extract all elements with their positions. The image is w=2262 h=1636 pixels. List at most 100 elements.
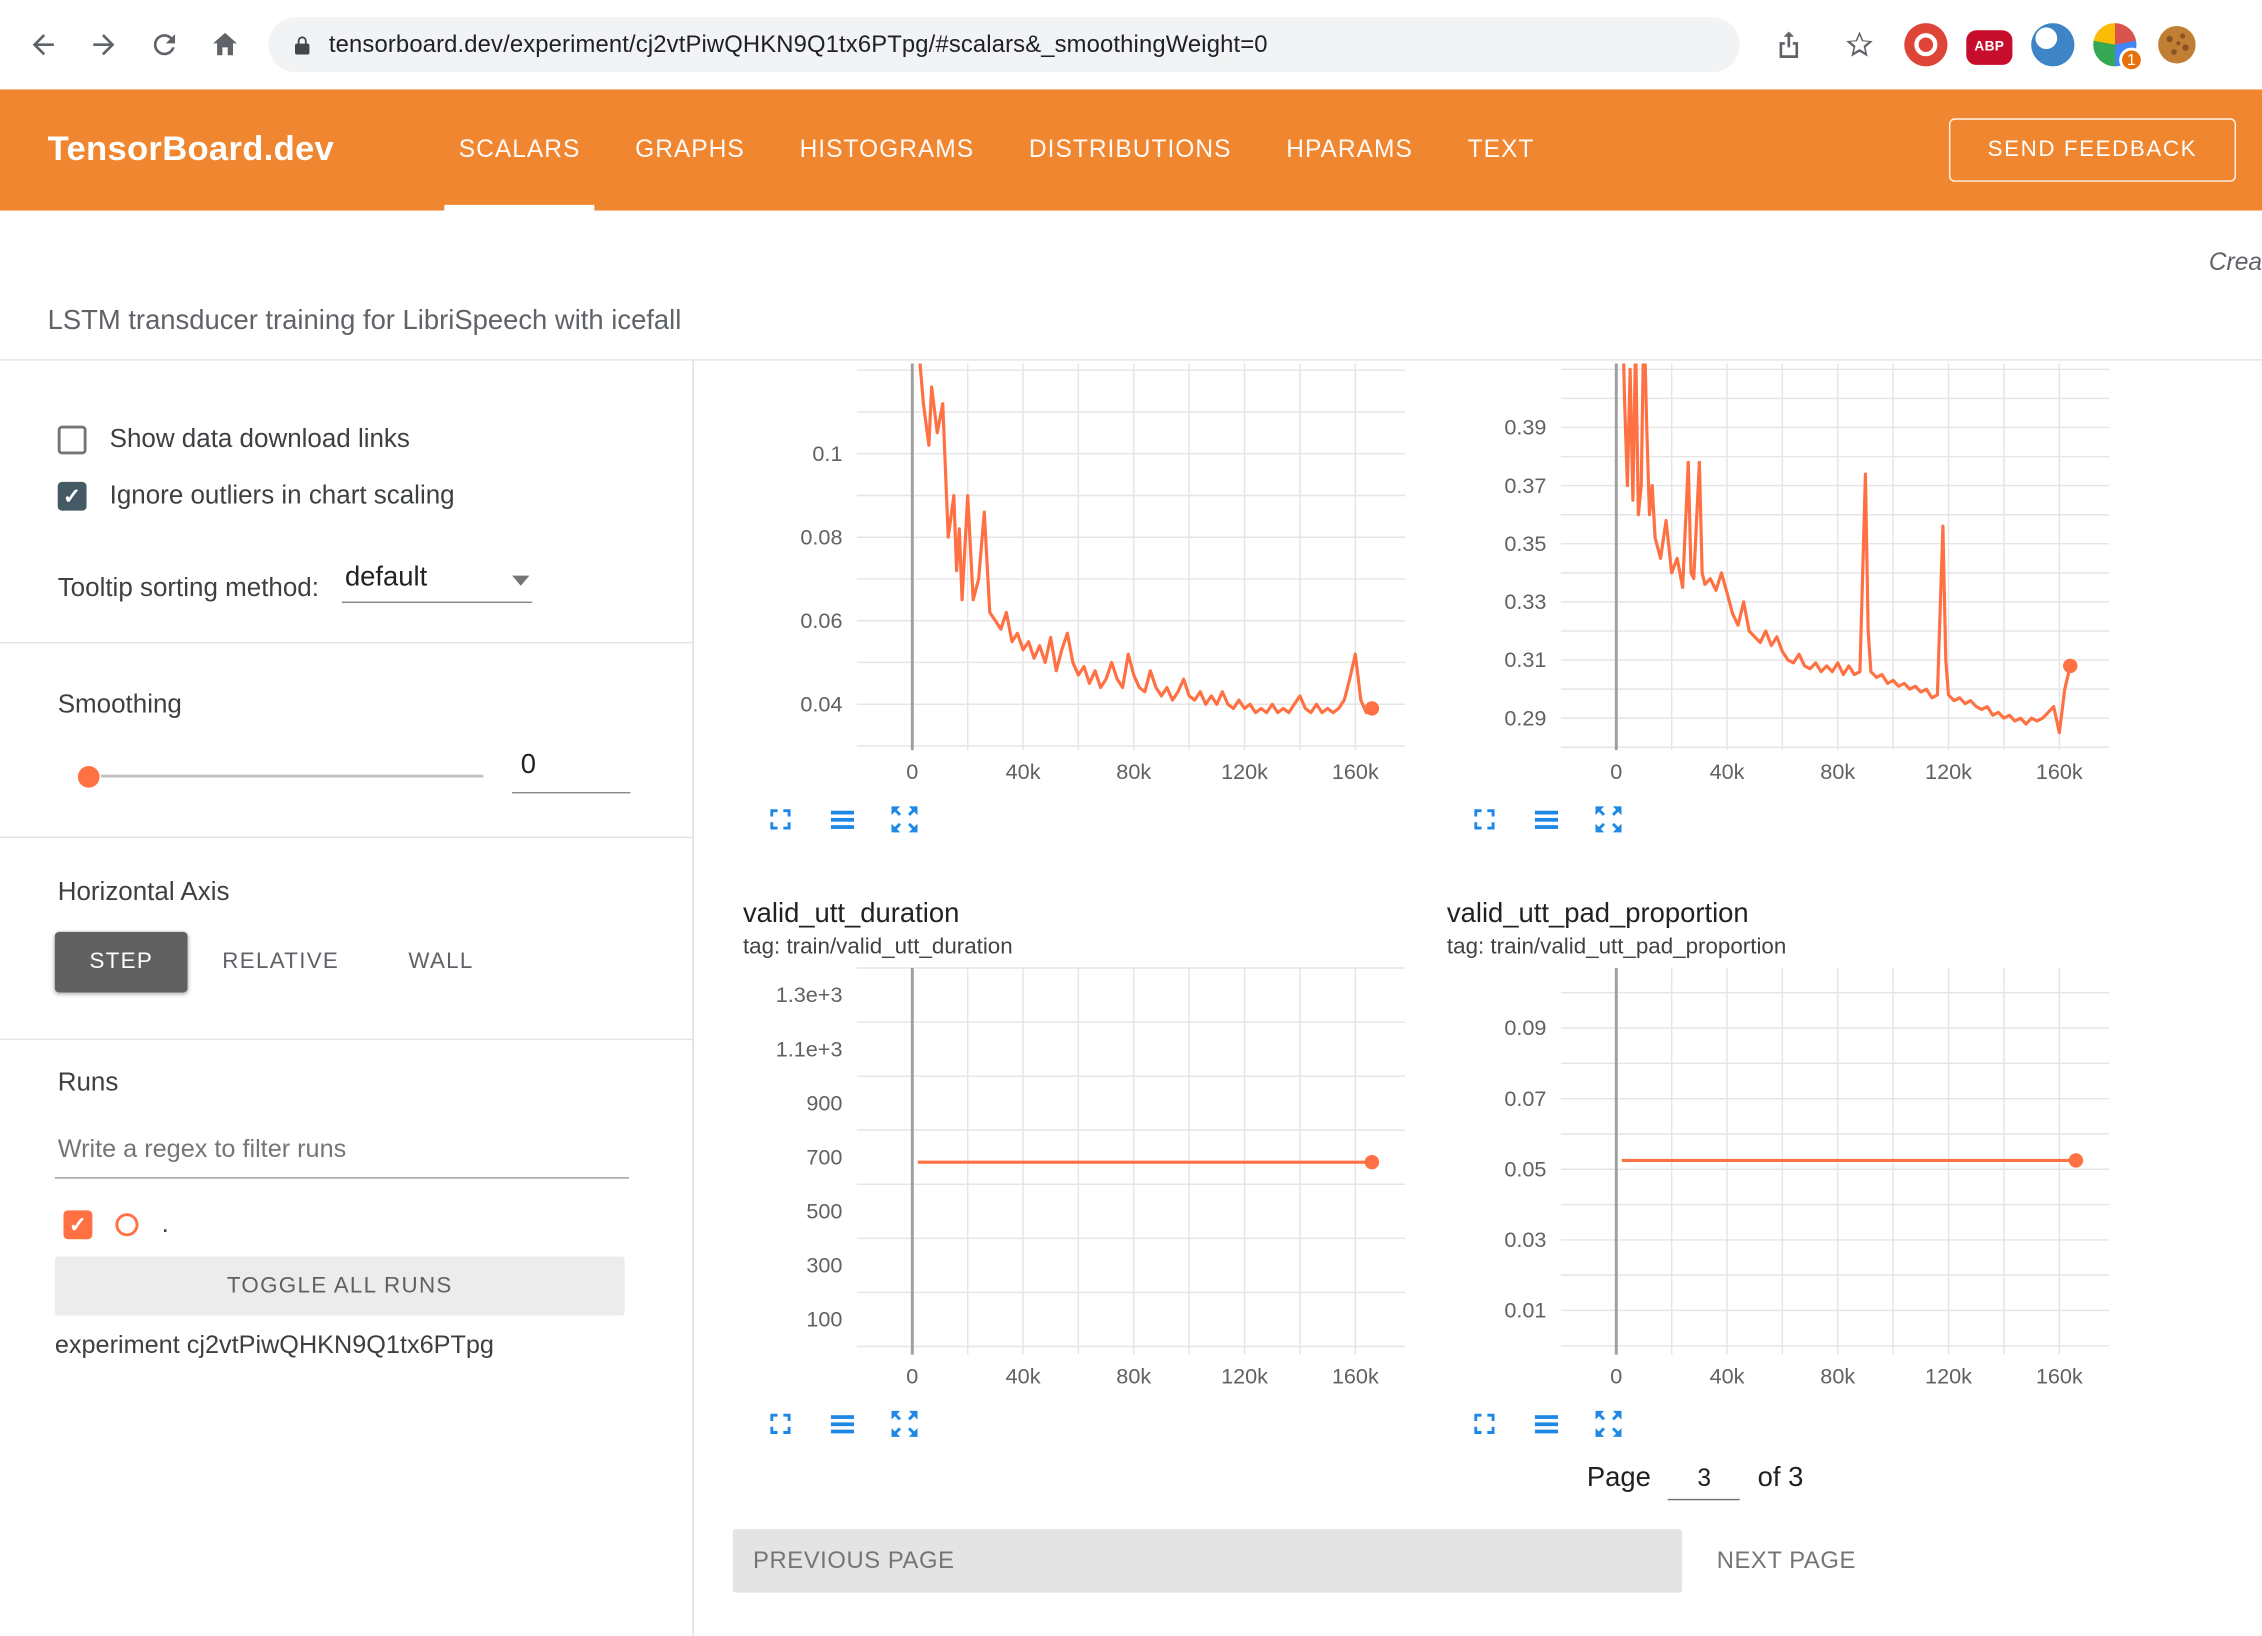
profile-avatar[interactable]: 1 <box>2093 23 2136 66</box>
tab-distributions[interactable]: DISTRIBUTIONS <box>1002 89 1259 210</box>
chart-plot[interactable]: 0.290.310.330.350.370.39040k80k120k160k <box>1425 361 2117 794</box>
send-feedback-button[interactable]: SEND FEEDBACK <box>1949 118 2236 181</box>
extension-icon-red[interactable] <box>1904 23 1947 66</box>
bookmark-star-icon[interactable] <box>1834 19 1886 71</box>
previous-page-button[interactable]: PREVIOUS PAGE <box>733 1529 1682 1592</box>
fit-domain-icon[interactable] <box>1590 1405 1628 1443</box>
svg-text:40k: 40k <box>1710 1363 1745 1388</box>
smoothing-value-input[interactable]: 0 <box>512 750 630 793</box>
fit-domain-icon[interactable] <box>886 801 924 839</box>
content-area: Show data download links Ignore outliers… <box>0 361 2262 1636</box>
chart-actions <box>762 801 1414 839</box>
expand-chart-icon[interactable] <box>762 1405 800 1443</box>
charts-panel: 0.040.060.080.1040k80k120k160k 0.290.310… <box>694 361 2262 1636</box>
tab-graphs[interactable]: GRAPHS <box>608 89 772 210</box>
svg-text:80k: 80k <box>1116 1363 1151 1388</box>
show-download-checkbox[interactable] <box>58 425 87 454</box>
lock-icon <box>291 32 313 57</box>
run-name: . <box>162 1209 169 1239</box>
chart-card: valid_utt_duration tag: train/valid_utt_… <box>721 896 1413 1443</box>
tab-hparams[interactable]: HPARAMS <box>1259 89 1440 210</box>
pagination: Page of 3 <box>1587 1463 2262 1501</box>
share-icon[interactable] <box>1763 19 1815 71</box>
svg-text:900: 900 <box>806 1090 842 1115</box>
svg-text:0.39: 0.39 <box>1504 415 1546 440</box>
address-bar[interactable]: tensorboard.dev/experiment/cj2vtPiwQHKN9… <box>268 17 1739 72</box>
svg-text:0: 0 <box>906 1363 918 1388</box>
chart-plot[interactable]: 1003005007009001.1e+31.3e+3040k80k120k16… <box>721 962 1413 1398</box>
smoothing-slider-thumb[interactable] <box>78 766 100 788</box>
svg-text:120k: 120k <box>1221 759 1268 784</box>
toggle-y-axis-icon[interactable] <box>824 801 862 839</box>
expand-chart-icon[interactable] <box>1466 801 1504 839</box>
show-download-label: Show data download links <box>110 424 410 454</box>
tooltip-sorting-row: Tooltip sorting method: default <box>58 563 533 603</box>
chart-actions <box>1466 1405 2118 1443</box>
toggle-y-axis-icon[interactable] <box>824 1405 862 1443</box>
svg-text:0.07: 0.07 <box>1504 1086 1546 1111</box>
axis-relative-button[interactable]: RELATIVE <box>188 932 374 993</box>
ignore-outliers-checkbox[interactable] <box>58 481 87 510</box>
run-checkbox[interactable] <box>63 1210 92 1239</box>
fit-domain-icon[interactable] <box>886 1405 924 1443</box>
tab-text[interactable]: TEXT <box>1440 89 1562 210</box>
axis-step-button[interactable]: STEP <box>55 932 188 993</box>
svg-text:1.1e+3: 1.1e+3 <box>776 1036 843 1061</box>
chart-subtitle: tag: train/valid_utt_pad_proportion <box>1447 935 2118 961</box>
show-download-row: Show data download links <box>58 424 410 454</box>
expand-chart-icon[interactable] <box>762 801 800 839</box>
toggle-y-axis-icon[interactable] <box>1528 801 1566 839</box>
svg-text:0.29: 0.29 <box>1504 705 1546 730</box>
adblock-plus-icon[interactable]: ABP <box>1966 30 2012 65</box>
experiment-title: LSTM transducer training for LibriSpeech… <box>48 306 682 338</box>
svg-text:0: 0 <box>1610 759 1622 784</box>
forward-icon[interactable] <box>78 19 130 71</box>
tab-histograms[interactable]: HISTOGRAMS <box>772 89 1001 210</box>
browser-toolbar: tensorboard.dev/experiment/cj2vtPiwQHKN9… <box>0 0 2262 89</box>
expand-chart-icon[interactable] <box>1466 1405 1504 1443</box>
svg-text:120k: 120k <box>1925 759 1972 784</box>
back-icon[interactable] <box>17 19 69 71</box>
svg-text:1.3e+3: 1.3e+3 <box>776 982 843 1007</box>
tooltip-sorting-dropdown[interactable]: default <box>342 563 532 603</box>
page-number-input[interactable] <box>1668 1464 1740 1500</box>
svg-text:0.35: 0.35 <box>1504 531 1546 556</box>
next-page-button[interactable]: NEXT PAGE <box>1717 1547 1856 1574</box>
divider <box>0 642 692 643</box>
charts-grid: 0.040.060.080.1040k80k120k160k 0.290.310… <box>721 361 2262 1443</box>
chart-title: valid_utt_duration <box>743 899 1414 931</box>
refresh-icon[interactable] <box>138 19 190 71</box>
chart-title: valid_utt_pad_proportion <box>1447 899 2118 931</box>
runs-filter-input[interactable] <box>55 1125 629 1178</box>
toggle-y-axis-icon[interactable] <box>1528 1405 1566 1443</box>
svg-text:0: 0 <box>906 759 918 784</box>
experiment-header: Crea LSTM transducer training for LibriS… <box>0 211 2262 361</box>
tab-scalars[interactable]: SCALARS <box>431 89 607 210</box>
tooltip-sorting-label: Tooltip sorting method: <box>58 573 319 603</box>
home-icon[interactable] <box>199 19 251 71</box>
svg-text:40k: 40k <box>1710 759 1745 784</box>
page-of-label: of 3 <box>1758 1463 1804 1495</box>
svg-text:0.09: 0.09 <box>1504 1015 1546 1040</box>
settings-sidebar: Show data download links Ignore outliers… <box>0 361 694 1636</box>
cookie-icon[interactable] <box>2155 23 2198 66</box>
svg-text:80k: 80k <box>1820 759 1855 784</box>
svg-text:0.03: 0.03 <box>1504 1227 1546 1252</box>
chart-card: 0.290.310.330.350.370.39040k80k120k160k <box>1425 361 2117 839</box>
svg-text:120k: 120k <box>1221 1363 1268 1388</box>
svg-text:160k: 160k <box>2036 759 2083 784</box>
extension-icon-blue[interactable] <box>2031 23 2074 66</box>
svg-text:0: 0 <box>1610 1363 1622 1388</box>
fit-domain-icon[interactable] <box>1590 801 1628 839</box>
axis-wall-button[interactable]: WALL <box>374 932 508 993</box>
divider <box>0 1039 692 1040</box>
tooltip-sorting-value: default <box>345 563 427 593</box>
tensorboard-logo[interactable]: TensorBoard.dev <box>48 130 432 170</box>
chart-plot[interactable]: 0.040.060.080.1040k80k120k160k <box>721 361 1413 794</box>
toggle-all-runs-button[interactable]: TOGGLE ALL RUNS <box>55 1257 625 1316</box>
chart-plot[interactable]: 0.010.030.050.070.09040k80k120k160k <box>1425 962 2117 1398</box>
svg-text:160k: 160k <box>1332 759 1379 784</box>
smoothing-slider-track[interactable] <box>101 775 483 778</box>
browser-actions: ABP 1 <box>1763 19 2199 71</box>
divider <box>0 837 692 838</box>
